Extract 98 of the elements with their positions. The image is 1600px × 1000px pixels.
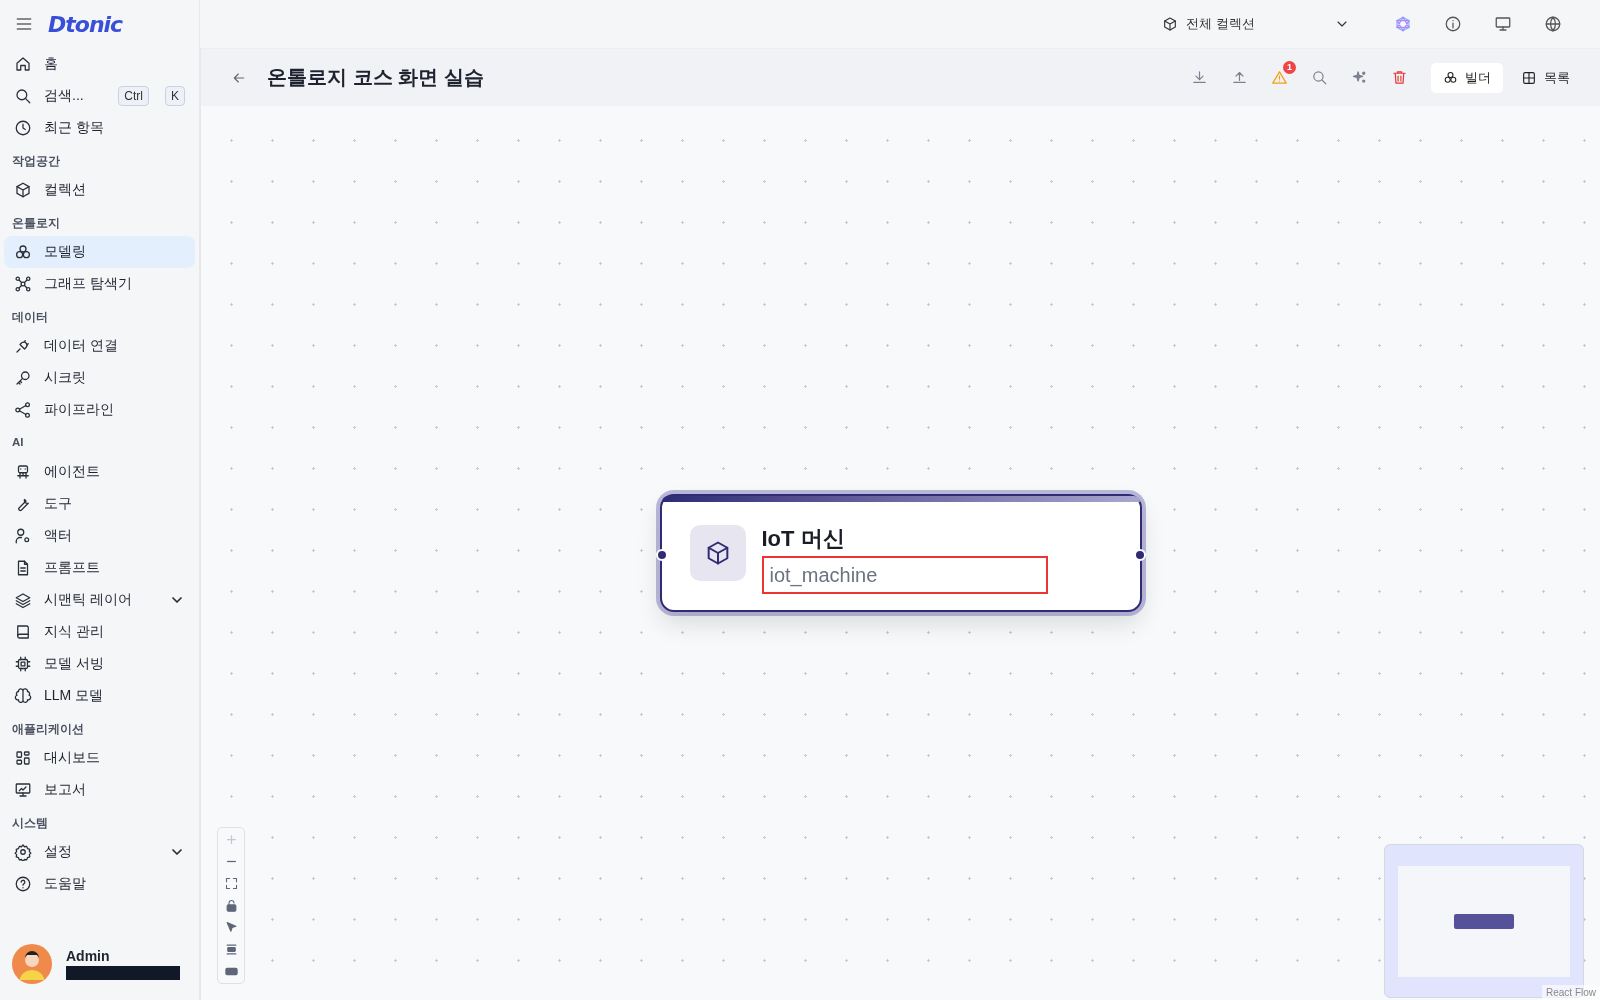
node-title: IoT 머신 (761, 525, 846, 553)
view-tab[interactable]: 빌더 (1431, 62, 1503, 93)
nav-item[interactable]: 대시보드 (4, 742, 195, 774)
settings-icon (14, 843, 32, 861)
section-label: 작업공간 (11, 154, 61, 169)
warning-icon[interactable] (1270, 69, 1288, 86)
home-icon (14, 55, 32, 73)
collection-select[interactable]: 전체 컬렉션 (1156, 7, 1356, 41)
shortcut-key: K (165, 86, 185, 106)
sparkle-icon[interactable] (1350, 69, 1368, 86)
chip-icon (14, 655, 32, 673)
search-icon[interactable] (1310, 69, 1328, 86)
nav-label: 홈 (44, 55, 58, 73)
section-label: 애플리케이션 (11, 722, 85, 737)
nav-label: 도구 (44, 495, 72, 513)
minimap-node (1454, 913, 1514, 929)
nav-label: 설정 (44, 843, 72, 861)
nav-label: 파이프라인 (44, 401, 114, 419)
robot-icon (14, 463, 32, 481)
nav-label: 모델 서빙 (44, 655, 104, 673)
nav-label: LLM 모델 (44, 687, 104, 705)
nav-label: 시맨틱 레이어 (44, 591, 132, 609)
nav-label: 지식 관리 (44, 623, 104, 641)
chart-screen-icon (14, 781, 32, 799)
section-label: 데이터 (11, 310, 49, 325)
nav-item[interactable]: 파이프라인 (4, 394, 195, 426)
nav-item[interactable]: 데이터 연결 (4, 330, 195, 362)
section-label: 시스템 (11, 816, 49, 831)
cube-icon (14, 181, 32, 199)
section-label: AI (11, 435, 25, 450)
book-icon (14, 623, 32, 641)
pointer-icon[interactable] (223, 920, 239, 935)
nav-item[interactable]: 모델링 (4, 236, 195, 268)
nav-item[interactable]: 액터 (4, 520, 195, 552)
upload-icon[interactable] (1230, 69, 1248, 86)
nav-item[interactable]: 에이전트 (4, 456, 195, 488)
key-icon (14, 369, 32, 387)
nav-label: 보고서 (44, 781, 86, 799)
nav-item[interactable]: 시크릿 (4, 362, 195, 394)
nav-item[interactable]: 컬렉션 (4, 174, 195, 206)
warning-count-badge: 1 (1283, 61, 1296, 74)
connection-handle[interactable] (1133, 549, 1146, 561)
nav-item[interactable]: LLM 모델 (4, 680, 195, 712)
plug-icon (14, 337, 32, 355)
avatar (12, 944, 52, 984)
table-icon (1521, 69, 1537, 86)
section-label: 온톨로지 (11, 216, 61, 231)
user-gear-icon (14, 527, 32, 545)
help-icon (14, 875, 32, 893)
nav-label: 도움말 (44, 875, 86, 893)
nav-label: 대시보드 (44, 749, 100, 767)
fit-view-icon[interactable] (223, 876, 239, 891)
nav-item[interactable]: 보고서 (4, 774, 195, 806)
monitor-icon[interactable] (1494, 15, 1512, 33)
nav-item[interactable]: 최근 항목 (4, 112, 195, 144)
view-tab[interactable]: 목록 (1509, 62, 1582, 93)
page-title: 온톨로지 코스 화면 실습 (267, 65, 485, 90)
nav-label: 데이터 연결 (44, 337, 118, 355)
nav-label: 검색... (44, 87, 84, 105)
lock-icon[interactable] (223, 898, 239, 913)
nav-item[interactable]: 시맨틱 레이어 (4, 584, 195, 616)
nav-label: 컬렉션 (44, 181, 86, 199)
nav-item[interactable]: 지식 관리 (4, 616, 195, 648)
info-icon[interactable] (1444, 15, 1462, 33)
nav-label: 모델링 (44, 243, 86, 261)
clock-icon (14, 119, 32, 137)
download-icon[interactable] (1190, 69, 1208, 86)
nav-label: 에이전트 (44, 463, 100, 481)
nav-label: 액터 (44, 527, 72, 545)
nav-item[interactable]: 모델 서빙 (4, 648, 195, 680)
circles-icon (14, 243, 32, 261)
nav-label: 시크릿 (44, 369, 86, 387)
shortcut-key: Ctrl (118, 86, 149, 106)
grid-icon (14, 749, 32, 767)
nav-item[interactable]: 도움말 (4, 868, 195, 900)
nav-item[interactable]: 그래프 탐색기 (4, 268, 195, 300)
layers-icon (14, 591, 32, 609)
trash-icon[interactable] (1390, 69, 1408, 86)
globe-icon[interactable] (1544, 15, 1562, 33)
nav-item[interactable]: 프롬프트 (4, 552, 195, 584)
user-name: Admin (66, 948, 111, 964)
search-icon (14, 87, 32, 105)
nav-item[interactable]: 검색... Ctrl K (4, 80, 195, 112)
circles-icon (1443, 70, 1458, 85)
share-icon (14, 401, 32, 419)
cube-icon (1162, 16, 1178, 32)
nav-item[interactable]: 도구 (4, 488, 195, 520)
brain-icon (14, 687, 32, 705)
attribution-link[interactable]: React Flow (1542, 985, 1600, 1000)
app-logo: Dtonic (48, 11, 123, 37)
nav-item[interactable]: 홈 (4, 48, 195, 80)
nav-label: 최근 항목 (44, 119, 104, 137)
network-icon (14, 275, 32, 293)
nav-item[interactable]: 설정 (4, 836, 195, 868)
node-api-name: iot_machine (769, 563, 878, 587)
nav-label: 프롬프트 (44, 559, 100, 577)
nav-label: 그래프 탐색기 (44, 275, 132, 293)
connection-handle[interactable] (655, 549, 668, 561)
